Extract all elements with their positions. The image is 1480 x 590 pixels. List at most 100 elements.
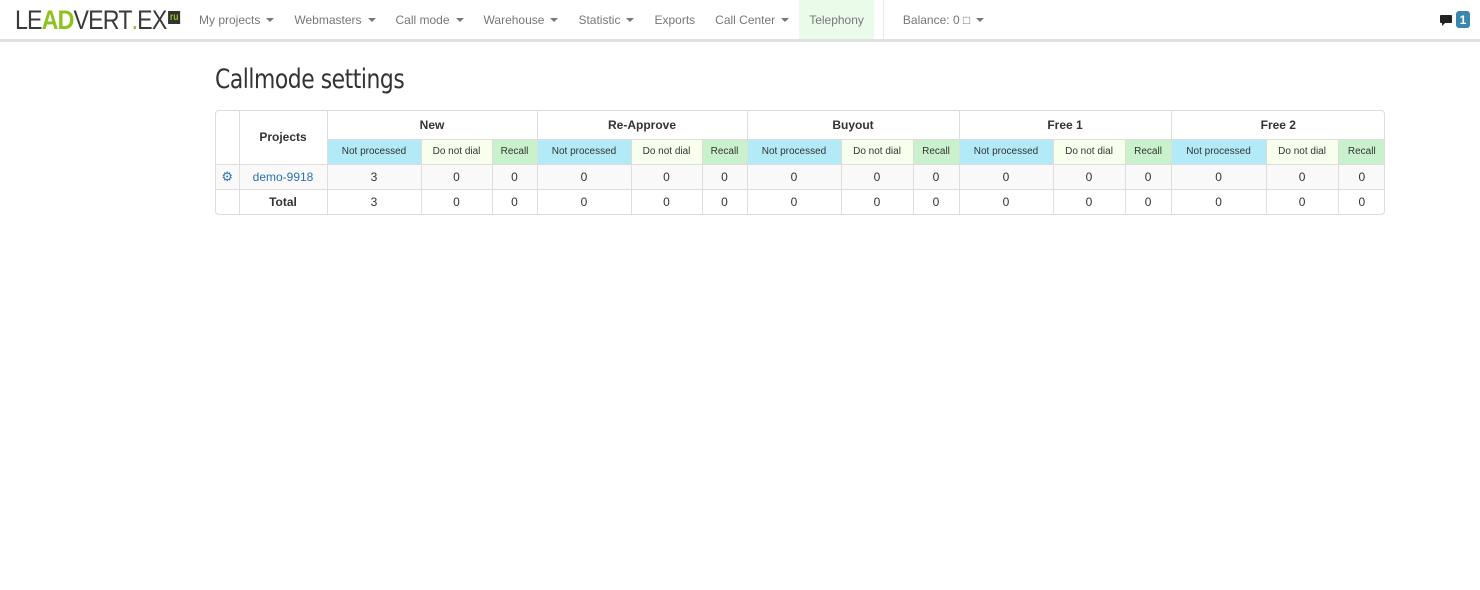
nav-label: Warehouse xyxy=(483,12,545,27)
value-cell: 0 xyxy=(536,163,632,190)
total-cell: 0 xyxy=(536,188,632,214)
value-cell: 0 xyxy=(1052,163,1126,190)
nav-call-center[interactable]: Call Center xyxy=(705,0,799,39)
table-row: ⚙ demo-9918 3 0 0 0 0 0 0 0 0 0 0 0 0 0 xyxy=(216,163,1384,190)
empty-cell xyxy=(216,188,240,214)
subheader-do-not-dial: Do not dial xyxy=(840,138,914,165)
subheader-do-not-dial: Do not dial xyxy=(630,138,703,165)
top-navbar: LE AD VERT. EX ru My projects Webmasters Cal… xyxy=(0,0,1480,42)
subheader-recall: Recall xyxy=(701,138,748,165)
callmode-table-wrapper: Projects New Re-Approve Buyout Free 1 Fr… xyxy=(215,110,1385,215)
total-cell: 0 xyxy=(1052,188,1126,214)
nav-divider xyxy=(882,0,884,39)
group-header-row: Projects New Re-Approve Buyout Free 1 Fr… xyxy=(216,111,1384,165)
settings-column-header xyxy=(216,111,240,165)
project-cell: demo-9918 xyxy=(238,163,328,190)
gear-icon[interactable]: ⚙ xyxy=(221,169,233,184)
nav-statistic[interactable]: Statistic xyxy=(568,0,644,39)
nav-warehouse[interactable]: Warehouse xyxy=(474,0,569,39)
value-cell: 0 xyxy=(630,163,703,190)
value-cell: 0 xyxy=(840,163,914,190)
callmode-table: Projects New Re-Approve Buyout Free 1 Fr… xyxy=(216,111,1384,214)
group-header-free-1: Free 1 xyxy=(958,111,1172,140)
value-cell: 0 xyxy=(1170,163,1267,190)
value-cell: 0 xyxy=(491,163,538,190)
logo-ru-badge: ru xyxy=(168,10,181,24)
value-cell: 0 xyxy=(420,163,493,190)
nav-telephony[interactable]: Telephony xyxy=(799,0,874,39)
total-cell: 0 xyxy=(491,188,538,214)
total-cell: 0 xyxy=(746,188,842,214)
caret-down-icon xyxy=(266,17,275,22)
group-header-buyout: Buyout xyxy=(746,111,960,140)
subheader-do-not-dial: Do not dial xyxy=(420,138,493,165)
caret-down-icon xyxy=(455,17,464,22)
main-nav: My projects Webmasters Call mode Warehou… xyxy=(189,0,994,39)
nav-call-mode[interactable]: Call mode xyxy=(386,0,474,39)
subheader-recall: Recall xyxy=(1337,138,1384,165)
nav-label: Webmasters xyxy=(294,12,362,27)
nav-label: Call mode xyxy=(395,12,450,27)
messages-button[interactable]: 1 xyxy=(1440,0,1470,39)
settings-cell[interactable]: ⚙ xyxy=(216,163,240,190)
total-cell: 0 xyxy=(630,188,703,214)
total-cell: 0 xyxy=(1265,188,1339,214)
subheader-not-processed: Not processed xyxy=(1170,138,1267,165)
subheader-not-processed: Not processed xyxy=(327,138,422,165)
nav-label: Call Center xyxy=(715,12,776,27)
value-cell: 0 xyxy=(1337,163,1384,190)
nav-balance[interactable]: Balance: 0 □ xyxy=(893,0,994,39)
group-header-new: New xyxy=(326,111,538,140)
value-cell: 0 xyxy=(1124,163,1172,190)
value-cell: 0 xyxy=(701,163,748,190)
total-cell: 3 xyxy=(326,188,422,214)
subheader-recall: Recall xyxy=(491,138,538,165)
subcolumn-header-row: Not processed Do not dial Recall Not pro… xyxy=(216,138,1384,165)
value-cell: 0 xyxy=(958,163,1054,190)
nav-exports[interactable]: Exports xyxy=(644,0,705,39)
page-title: Callmode settings xyxy=(215,64,405,95)
leadvertex-logo[interactable]: LE AD VERT. EX ru xyxy=(15,4,181,35)
subheader-not-processed: Not processed xyxy=(958,138,1054,165)
nav-label: Telephony xyxy=(809,12,864,27)
subheader-recall: Recall xyxy=(1124,138,1172,165)
logo-text-ad: AD xyxy=(41,4,75,35)
nav-label: Statistic xyxy=(578,12,621,27)
total-cell: 0 xyxy=(840,188,914,214)
projects-column-header: Projects xyxy=(238,111,328,165)
caret-down-icon xyxy=(976,17,985,22)
total-cell: 0 xyxy=(958,188,1054,214)
balance-label: Balance: 0 □ xyxy=(902,12,971,27)
project-link[interactable]: demo-9918 xyxy=(253,170,314,184)
subheader-do-not-dial: Do not dial xyxy=(1052,138,1126,165)
total-row: Total 3 0 0 0 0 0 0 0 0 0 0 0 0 0 0 xyxy=(216,188,1384,214)
value-cell: 3 xyxy=(326,163,422,190)
subheader-do-not-dial: Do not dial xyxy=(1265,138,1339,165)
logo-text-ex: EX xyxy=(137,4,167,35)
logo-text-vert: VERT xyxy=(73,4,133,35)
total-cell: 0 xyxy=(1170,188,1267,214)
total-label: Total xyxy=(238,188,328,214)
caret-down-icon xyxy=(550,17,559,22)
nav-webmasters[interactable]: Webmasters xyxy=(284,0,385,39)
total-cell: 0 xyxy=(701,188,748,214)
caret-down-icon xyxy=(781,17,790,22)
caret-down-icon xyxy=(367,17,376,22)
subheader-not-processed: Not processed xyxy=(746,138,842,165)
value-cell: 0 xyxy=(912,163,960,190)
value-cell: 0 xyxy=(746,163,842,190)
main-content: Callmode settings Projects New Re-Approv… xyxy=(215,62,1385,215)
group-header-free-2: Free 2 xyxy=(1170,111,1384,140)
nav-my-projects[interactable]: My projects xyxy=(189,0,284,39)
total-cell: 0 xyxy=(1124,188,1172,214)
logo-text-le: LE xyxy=(15,4,43,35)
total-cell: 0 xyxy=(420,188,493,214)
group-header-re-approve: Re-Approve xyxy=(536,111,748,140)
total-cell: 0 xyxy=(1337,188,1384,214)
total-cell: 0 xyxy=(912,188,960,214)
chat-bubble-icon xyxy=(1440,14,1452,26)
caret-down-icon xyxy=(626,17,635,22)
subheader-recall: Recall xyxy=(912,138,960,165)
nav-label: Exports xyxy=(654,12,696,27)
messages-count-badge: 1 xyxy=(1456,11,1470,28)
